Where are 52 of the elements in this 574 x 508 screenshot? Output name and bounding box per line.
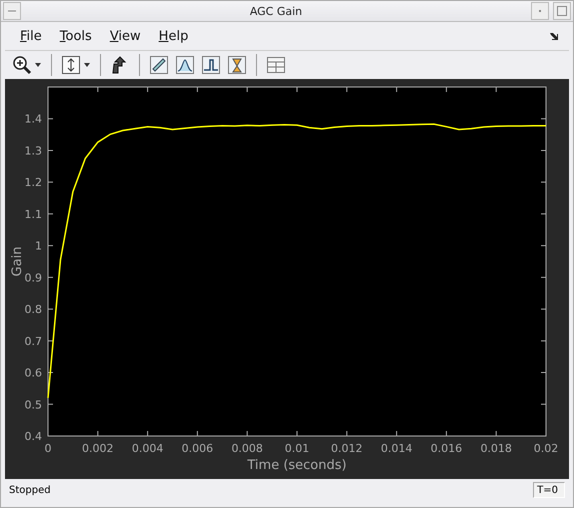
tick-label: 0.008 xyxy=(231,442,263,455)
square-icon xyxy=(557,6,567,16)
tick-label: 0.01 xyxy=(284,442,310,455)
tick-label: 0.012 xyxy=(331,442,363,455)
tick-label: 0.02 xyxy=(534,442,558,455)
status-text: Stopped xyxy=(9,484,51,496)
menu-item[interactable]: View xyxy=(104,26,146,46)
tick-label: 0 xyxy=(44,442,52,455)
minus-icon xyxy=(8,9,16,13)
tick-label: 0.018 xyxy=(480,442,512,455)
maximize-button[interactable] xyxy=(553,2,571,20)
caret-icon[interactable] xyxy=(83,62,91,68)
caret-icon[interactable] xyxy=(34,62,42,68)
menu-item[interactable]: Help xyxy=(154,26,194,46)
autoscale-icon xyxy=(61,55,81,75)
layout-button[interactable] xyxy=(265,54,287,76)
tick-label: 0.5 xyxy=(24,398,42,412)
axis-title: Time (seconds) xyxy=(247,458,347,473)
tick-label: 1 xyxy=(35,240,42,253)
step-curve-icon xyxy=(201,55,221,75)
window-title: AGC Gain xyxy=(248,4,304,18)
autoscale-button[interactable] xyxy=(60,54,92,76)
tick-label: 0.9 xyxy=(24,271,42,284)
tick-label: 1.4 xyxy=(24,112,42,126)
peaks-button[interactable] xyxy=(174,54,196,76)
menu-item[interactable]: File xyxy=(15,26,47,46)
tick-label: 0.002 xyxy=(82,442,114,455)
grid-layout-icon xyxy=(266,55,286,75)
axis-title: Gain xyxy=(10,246,25,276)
step-button[interactable] xyxy=(200,54,222,76)
bell-curve-icon xyxy=(175,55,195,75)
tick-label: 0.4 xyxy=(24,430,42,443)
window-menu-button[interactable] xyxy=(3,2,21,20)
tick-label: 1.1 xyxy=(24,208,42,221)
tick-label: 0.014 xyxy=(380,442,412,455)
menu-item[interactable]: Tools xyxy=(54,26,97,46)
zoom-in-icon xyxy=(12,55,32,75)
tick-label: 0.016 xyxy=(430,442,462,455)
cursor-button[interactable] xyxy=(226,54,248,76)
tick-label: 0.6 xyxy=(24,366,42,380)
zoom-button[interactable] xyxy=(11,54,43,76)
tick-label: 0.006 xyxy=(182,442,214,455)
tick-label: 0.7 xyxy=(24,334,42,348)
tick-label: 1.2 xyxy=(24,176,42,190)
tick-label: 0.8 xyxy=(24,303,42,316)
tick-label: 0.004 xyxy=(132,442,164,455)
ruler-icon xyxy=(149,55,169,75)
tick-label: 1.3 xyxy=(24,144,42,158)
hourglass-icon xyxy=(227,55,247,75)
measure-button[interactable] xyxy=(148,54,170,76)
dock-arrow-icon[interactable] xyxy=(549,31,559,41)
time-readout: T=0 xyxy=(533,482,565,498)
